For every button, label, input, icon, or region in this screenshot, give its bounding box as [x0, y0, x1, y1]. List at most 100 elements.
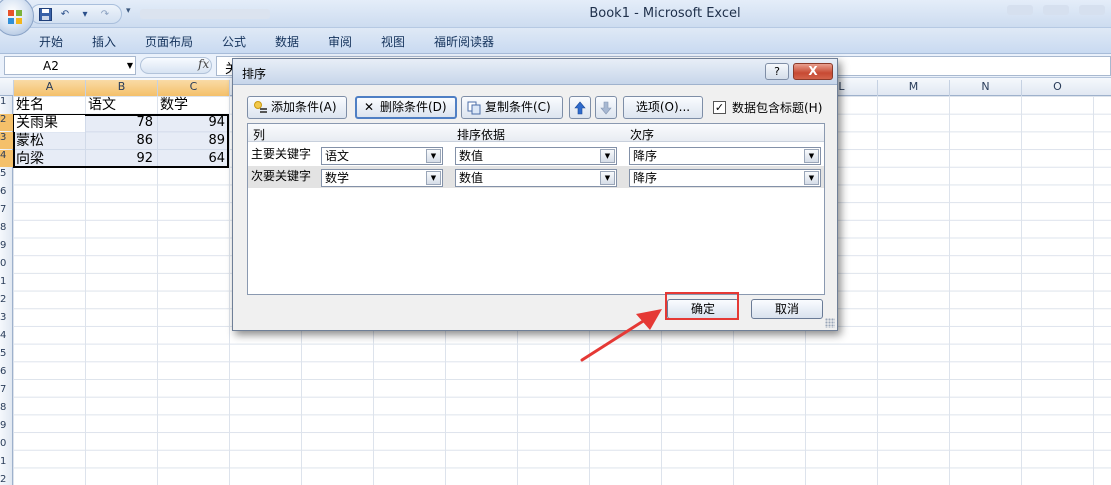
tab-foxit-reader[interactable]: 福昕阅读器: [434, 33, 494, 50]
cell-a3[interactable]: 蒙松: [16, 132, 44, 150]
cell-b1[interactable]: 语文: [88, 96, 116, 114]
dropdown-arrow-icon[interactable]: ▼: [600, 149, 615, 163]
insert-function-icon[interactable]: fx: [198, 57, 209, 71]
row-header[interactable]: 1: [0, 456, 13, 467]
tab-formulas[interactable]: 公式: [222, 33, 246, 50]
sort-on-select[interactable]: 数值 ▼: [455, 147, 617, 165]
row-header[interactable]: 9: [0, 240, 13, 251]
row-header[interactable]: 2: [0, 474, 13, 485]
row-header[interactable]: 2: [0, 114, 13, 131]
move-down-button[interactable]: [595, 96, 617, 119]
dialog-title-bar[interactable]: 排序 ? X: [233, 59, 837, 85]
order-select[interactable]: 降序 ▼: [629, 169, 821, 187]
row-header[interactable]: 6: [0, 186, 13, 197]
copy-level-button[interactable]: 复制条件(C): [461, 96, 563, 119]
cancel-button[interactable]: 取消: [751, 299, 823, 319]
dialog-title: 排序: [242, 67, 267, 81]
header-column: 列: [253, 128, 266, 142]
cell-a2[interactable]: 关雨果: [16, 114, 58, 132]
has-header-checkbox[interactable]: ✓: [713, 101, 726, 114]
delete-level-button[interactable]: ✕ 删除条件(D): [355, 96, 457, 119]
options-button[interactable]: 选项(O)...: [623, 96, 703, 119]
has-header-label: 数据包含标题(H): [732, 101, 823, 115]
undo-dropdown-icon[interactable]: ▾: [77, 7, 93, 21]
minimize-button[interactable]: [1007, 5, 1033, 15]
order-select-value: 降序: [633, 171, 658, 185]
column-header-b[interactable]: B: [85, 80, 157, 96]
cell-a1[interactable]: 姓名: [16, 96, 44, 114]
redo-icon[interactable]: ↷: [97, 7, 113, 21]
header-order: 次序: [630, 128, 655, 142]
dropdown-arrow-icon[interactable]: ▼: [426, 149, 441, 163]
cell-b4[interactable]: 92: [85, 150, 157, 168]
row-header[interactable]: 4: [0, 330, 13, 341]
row-header[interactable]: 0: [0, 438, 13, 449]
row-header[interactable]: 7: [0, 384, 13, 395]
cell-c1[interactable]: 数学: [160, 96, 188, 114]
help-button[interactable]: ?: [765, 63, 789, 80]
name-box-dropdown-icon[interactable]: ▼: [127, 61, 133, 70]
column-header-m[interactable]: M: [877, 80, 949, 96]
cell-c3[interactable]: 89: [157, 132, 229, 150]
column-header-c[interactable]: C: [157, 80, 229, 96]
quick-access-toolbar: ↶ ▾ ↷: [30, 4, 122, 24]
order-select[interactable]: 降序 ▼: [629, 147, 821, 165]
sort-level-row[interactable]: 次要关键字 数学 ▼ 数值 ▼ 降序 ▼: [248, 166, 824, 188]
row-header[interactable]: 6: [0, 366, 13, 377]
row-header[interactable]: 8: [0, 402, 13, 413]
row-header[interactable]: 8: [0, 222, 13, 233]
resize-grip-icon[interactable]: [825, 318, 835, 328]
column-header-a[interactable]: A: [13, 80, 85, 96]
tab-review[interactable]: 审阅: [328, 33, 352, 50]
row-header[interactable]: 2: [0, 294, 13, 305]
cell-b2[interactable]: 78: [85, 114, 157, 132]
close-dialog-button[interactable]: X: [793, 63, 833, 80]
move-up-button[interactable]: [569, 96, 591, 119]
qat-customize-icon[interactable]: ▾: [126, 6, 131, 16]
dropdown-arrow-icon[interactable]: ▼: [804, 171, 819, 185]
dropdown-arrow-icon[interactable]: ▼: [804, 149, 819, 163]
column-header-n[interactable]: N: [949, 80, 1021, 96]
copy-level-label: 复制条件(C): [485, 100, 551, 114]
column-select[interactable]: 数学 ▼: [321, 169, 443, 187]
row-header[interactable]: 3: [0, 312, 13, 323]
tab-data[interactable]: 数据: [275, 33, 299, 50]
row-header[interactable]: 4: [0, 150, 13, 167]
title-bar: ↶ ▾ ↷ ▾ Book1 - Microsoft Excel: [0, 0, 1111, 36]
dropdown-arrow-icon[interactable]: ▼: [426, 171, 441, 185]
cell-a4[interactable]: 向梁: [16, 150, 44, 168]
row-header[interactable]: 9: [0, 420, 13, 431]
cell-c2[interactable]: 94: [157, 114, 229, 132]
row-header[interactable]: 3: [0, 132, 13, 149]
row-header[interactable]: 5: [0, 348, 13, 359]
sort-on-select[interactable]: 数值 ▼: [455, 169, 617, 187]
sort-dialog: 排序 ? X 添加条件(A) ✕ 删除条件(D) 复制条件(C) 选项(O)..…: [232, 58, 838, 331]
column-select[interactable]: 语文 ▼: [321, 147, 443, 165]
cell-c4[interactable]: 64: [157, 150, 229, 168]
undo-icon[interactable]: ↶: [57, 7, 73, 21]
column-header-o[interactable]: O: [1021, 80, 1093, 96]
sort-levels-list: 列 排序依据 次序 主要关键字 语文 ▼ 数值 ▼ 降序 ▼ 次要关键字 数学 …: [247, 123, 825, 295]
delete-level-label: 删除条件(D): [380, 100, 447, 114]
row-header[interactable]: 1: [0, 96, 13, 107]
row-headers: 1 2 3 4 5 6 7 8 9 0 1 2 3 4 5 6 7 8 9 0 …: [0, 96, 13, 485]
row-header[interactable]: 7: [0, 204, 13, 215]
tab-view[interactable]: 视图: [381, 33, 405, 50]
tab-home[interactable]: 开始: [39, 33, 63, 50]
dropdown-arrow-icon[interactable]: ▼: [600, 171, 615, 185]
row-header[interactable]: 1: [0, 276, 13, 287]
column-select-value: 数学: [325, 171, 350, 185]
has-header-option[interactable]: ✓ 数据包含标题(H): [713, 99, 822, 116]
maximize-button[interactable]: [1043, 5, 1069, 15]
add-level-button[interactable]: 添加条件(A): [247, 96, 347, 119]
name-box[interactable]: A2 ▼: [4, 56, 136, 75]
save-icon[interactable]: [37, 7, 53, 21]
row-header[interactable]: 0: [0, 258, 13, 269]
close-window-button[interactable]: [1079, 5, 1105, 15]
sort-level-row[interactable]: 主要关键字 语文 ▼ 数值 ▼ 降序 ▼: [248, 144, 824, 166]
row-header[interactable]: 5: [0, 168, 13, 179]
cell-b3[interactable]: 86: [85, 132, 157, 150]
tab-page-layout[interactable]: 页面布局: [145, 33, 193, 50]
add-level-icon: [252, 100, 268, 116]
tab-insert[interactable]: 插入: [92, 33, 116, 50]
